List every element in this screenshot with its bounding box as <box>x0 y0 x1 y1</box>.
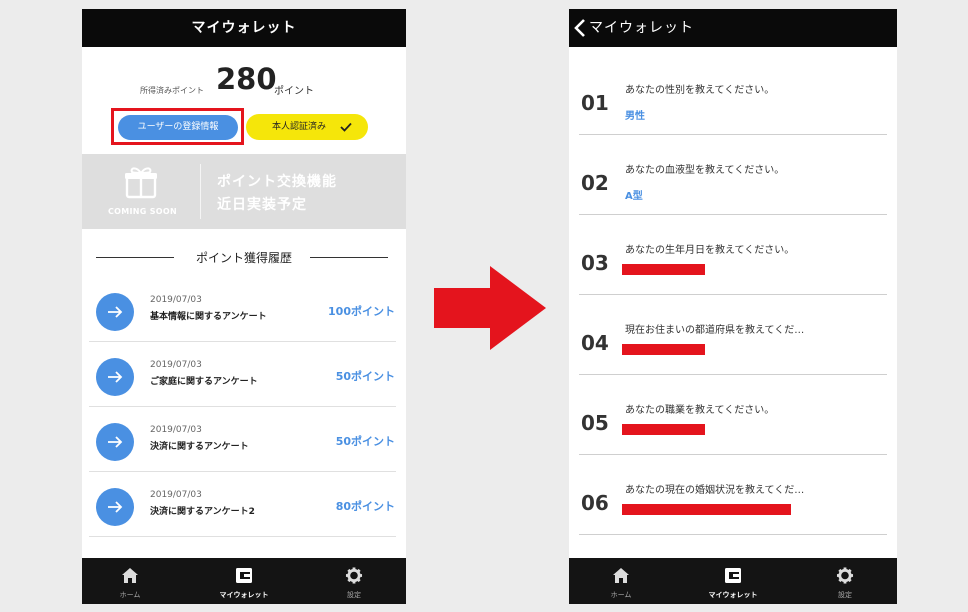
question-number: 06 <box>581 491 609 515</box>
points-value: 280 <box>216 62 277 96</box>
question-text: あなたの現在の婚姻状況を教えてくだ… <box>625 485 805 496</box>
history-survey-name: 決済に関するアンケート <box>150 442 249 452</box>
question-text: あなたの生年月日を教えてください。 <box>625 245 795 256</box>
question-number: 01 <box>581 91 609 115</box>
history-row[interactable]: 2019/07/03 ご家庭に関するアンケート 50ポイント <box>89 342 396 407</box>
nav-home-label: ホーム <box>119 591 141 599</box>
nav-home[interactable]: ホーム <box>82 558 178 604</box>
redacted-answer <box>622 424 705 435</box>
point-exchange-banner: COMING SOON ポイント交換機能 近日実装予定 <box>82 154 406 229</box>
history-date: 2019/07/03 <box>150 360 202 370</box>
redacted-answer <box>622 344 705 355</box>
history-date: 2019/07/03 <box>150 295 202 305</box>
nav-home[interactable]: ホーム <box>573 558 669 604</box>
bottom-nav: ホーム マイウォレット 設定 <box>82 558 406 604</box>
history-survey-name: 基本情報に関するアンケート <box>150 312 267 322</box>
exchange-title: ポイント交換機能 <box>217 174 337 190</box>
question-number: 05 <box>581 411 609 435</box>
chevron-left-icon[interactable] <box>572 18 590 38</box>
question-number: 04 <box>581 331 609 355</box>
history-points: 100ポイント <box>328 305 395 318</box>
history-date: 2019/07/03 <box>150 490 202 500</box>
history-row[interactable]: 2019/07/03 決済に関するアンケート2 80ポイント <box>89 472 396 537</box>
history-rule-right <box>310 257 388 258</box>
nav-settings[interactable]: 設定 <box>306 558 402 604</box>
history-row[interactable]: 2019/07/03 決済に関するアンケート 50ポイント <box>89 407 396 472</box>
verified-badge-button[interactable]: 本人認証済み <box>246 114 368 140</box>
history-points: 80ポイント <box>335 500 395 513</box>
history-survey-name: 決済に関するアンケート2 <box>150 507 255 517</box>
nav-wallet[interactable]: マイウォレット <box>685 558 781 604</box>
arrow-right-icon <box>96 423 134 461</box>
profile-question-row[interactable]: 04 現在お住まいの都道府県を教えてくだ… <box>579 295 887 375</box>
nav-wallet[interactable]: マイウォレット <box>196 558 292 604</box>
verified-badge-label: 本人認証済み <box>272 122 327 132</box>
question-text: あなたの血液型を教えてください。 <box>625 165 785 176</box>
question-number: 02 <box>581 171 609 195</box>
home-icon <box>122 568 138 583</box>
profile-question-row[interactable]: 06 あなたの現在の婚姻状況を教えてくだ… <box>579 455 887 535</box>
wallet-icon <box>725 568 741 583</box>
profile-question-row[interactable]: 02 あなたの血液型を教えてください。 A型 <box>579 135 887 215</box>
question-number: 03 <box>581 251 609 275</box>
banner-divider <box>200 164 201 219</box>
registration-info-button[interactable]: ユーザーの登録情報 <box>118 115 238 140</box>
history-row[interactable]: 2019/07/03 基本情報に関するアンケート 100ポイント <box>89 277 396 342</box>
exchange-subtitle: 近日実装予定 <box>217 197 307 213</box>
nav-settings-label: 設定 <box>838 591 852 599</box>
profile-question-row[interactable]: 03 あなたの生年月日を教えてください。 <box>579 215 887 295</box>
wallet-screen-right: マイウォレット 01 あなたの性別を教えてください。 男性 02 あなたの血液型… <box>569 9 897 604</box>
profile-question-row[interactable]: 01 あなたの性別を教えてください。 男性 <box>579 55 887 135</box>
nav-home-label: ホーム <box>610 591 632 599</box>
wallet-screen-left: マイウォレット 所得済みポイント 280 ポイント ユーザーの登録情報 本人認証… <box>82 9 406 604</box>
header-bar: マイウォレット <box>569 9 897 47</box>
history-date: 2019/07/03 <box>150 425 202 435</box>
header-title: マイウォレット <box>589 20 694 36</box>
header-bar: マイウォレット <box>82 9 406 47</box>
gear-icon <box>345 567 363 584</box>
question-text: あなたの性別を教えてください。 <box>625 85 775 96</box>
bottom-nav: ホーム マイウォレット 設定 <box>569 558 897 604</box>
arrow-right-icon <box>96 488 134 526</box>
nav-wallet-label: マイウォレット <box>708 591 758 599</box>
redacted-answer <box>622 264 705 275</box>
coming-soon-label: COMING SOON <box>107 207 177 216</box>
transition-arrow-icon <box>434 266 546 350</box>
points-label: 所得済みポイント <box>140 86 204 95</box>
arrow-right-icon <box>96 293 134 331</box>
profile-question-row[interactable]: 05 あなたの職業を教えてください。 <box>579 375 887 455</box>
header-title: マイウォレット <box>191 20 297 36</box>
question-text: あなたの職業を教えてください。 <box>625 405 775 416</box>
nav-wallet-label: マイウォレット <box>219 591 269 599</box>
question-text: 現在お住まいの都道府県を教えてくだ… <box>625 325 805 336</box>
home-icon <box>613 568 629 583</box>
history-points: 50ポイント <box>335 435 395 448</box>
nav-settings[interactable]: 設定 <box>797 558 893 604</box>
gift-icon <box>125 167 157 199</box>
nav-settings-label: 設定 <box>347 591 361 599</box>
answer-text: A型 <box>625 191 643 202</box>
redacted-answer <box>622 504 791 515</box>
history-survey-name: ご家庭に関するアンケート <box>150 377 258 387</box>
wallet-icon <box>236 568 252 583</box>
points-unit: ポイント <box>274 86 314 97</box>
checkmark-icon <box>340 122 352 132</box>
gear-icon <box>836 567 854 584</box>
arrow-right-icon <box>96 358 134 396</box>
history-points: 50ポイント <box>335 370 395 383</box>
answer-text: 男性 <box>625 111 645 122</box>
